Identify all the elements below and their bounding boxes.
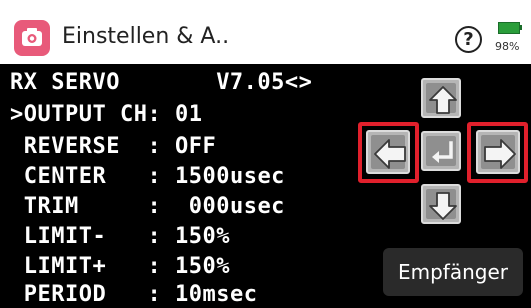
lcd-screen: RX SERVO V7.05<> >OUTPUT CH: 01 REVERSE …: [2, 66, 351, 308]
page-title: Einstellen & A..: [62, 24, 230, 49]
menu-row-period[interactable]: PERIOD : 10msec: [10, 282, 257, 307]
row-value: OFF: [174, 134, 217, 159]
row-cursor: [10, 134, 24, 159]
row-label: LIMIT-: [23, 224, 148, 249]
menu-row-trim[interactable]: TRIM : 000usec: [10, 194, 285, 219]
battery-percent: 98%: [495, 40, 520, 53]
empfaenger-button[interactable]: Empfänger: [383, 248, 523, 296]
row-label: CENTER: [23, 164, 148, 189]
row-label: REVERSE: [23, 134, 148, 159]
row-value: 150%: [174, 224, 230, 249]
nav-right-button[interactable]: [476, 130, 520, 174]
row-label: LIMIT+: [23, 254, 148, 279]
menu-row-limit-minus[interactable]: LIMIT- : 150%: [10, 224, 230, 249]
row-cursor: [10, 164, 24, 189]
screen-title-row: RX SERVO V7.05<>: [10, 70, 312, 95]
arrow-up-icon: [429, 86, 457, 114]
nav-left-button[interactable]: [366, 130, 410, 174]
row-label: PERIOD: [23, 282, 148, 307]
screen-title: RX SERVO: [10, 70, 120, 95]
row-value: 10msec: [174, 282, 258, 307]
row-value: 000usec: [174, 194, 285, 219]
row-value: 01: [174, 102, 203, 127]
row-value: 1500usec: [174, 164, 285, 189]
battery-tip: [519, 25, 522, 30]
menu-row-reverse[interactable]: REVERSE : OFF: [10, 134, 216, 159]
row-sep: :: [147, 134, 175, 159]
row-sep: :: [147, 164, 175, 189]
row-cursor: [10, 224, 24, 249]
row-sep: :: [147, 102, 175, 127]
nav-up-button[interactable]: [421, 78, 461, 118]
menu-row-center[interactable]: CENTER : 1500usec: [10, 164, 285, 189]
arrow-right-icon: [484, 139, 516, 169]
row-sep: :: [147, 282, 175, 307]
firmware-version: V7.05<>: [216, 70, 313, 95]
row-cursor: [10, 194, 24, 219]
row-label: TRIM: [23, 194, 148, 219]
enter-icon: [432, 141, 453, 163]
menu-row-output-ch[interactable]: >OUTPUT CH: 01: [10, 102, 202, 127]
nav-down-button[interactable]: [421, 184, 461, 224]
row-sep: :: [147, 194, 175, 219]
arrow-down-icon: [429, 192, 457, 220]
row-cursor: [10, 254, 24, 279]
row-cursor: [10, 282, 24, 307]
arrow-left-icon: [374, 139, 406, 169]
battery-icon: [498, 22, 520, 34]
row-value: 150%: [174, 254, 230, 279]
row-sep: :: [147, 224, 175, 249]
top-bar: Einstellen & A.. ? 98%: [0, 0, 531, 64]
row-cursor: >: [10, 102, 24, 127]
camera-icon[interactable]: [14, 20, 50, 56]
nav-enter-button[interactable]: [421, 131, 461, 171]
menu-row-limit-plus[interactable]: LIMIT+ : 150%: [10, 254, 230, 279]
row-sep: :: [147, 254, 175, 279]
row-label: OUTPUT CH: [23, 102, 148, 127]
help-button[interactable]: ?: [455, 26, 482, 53]
